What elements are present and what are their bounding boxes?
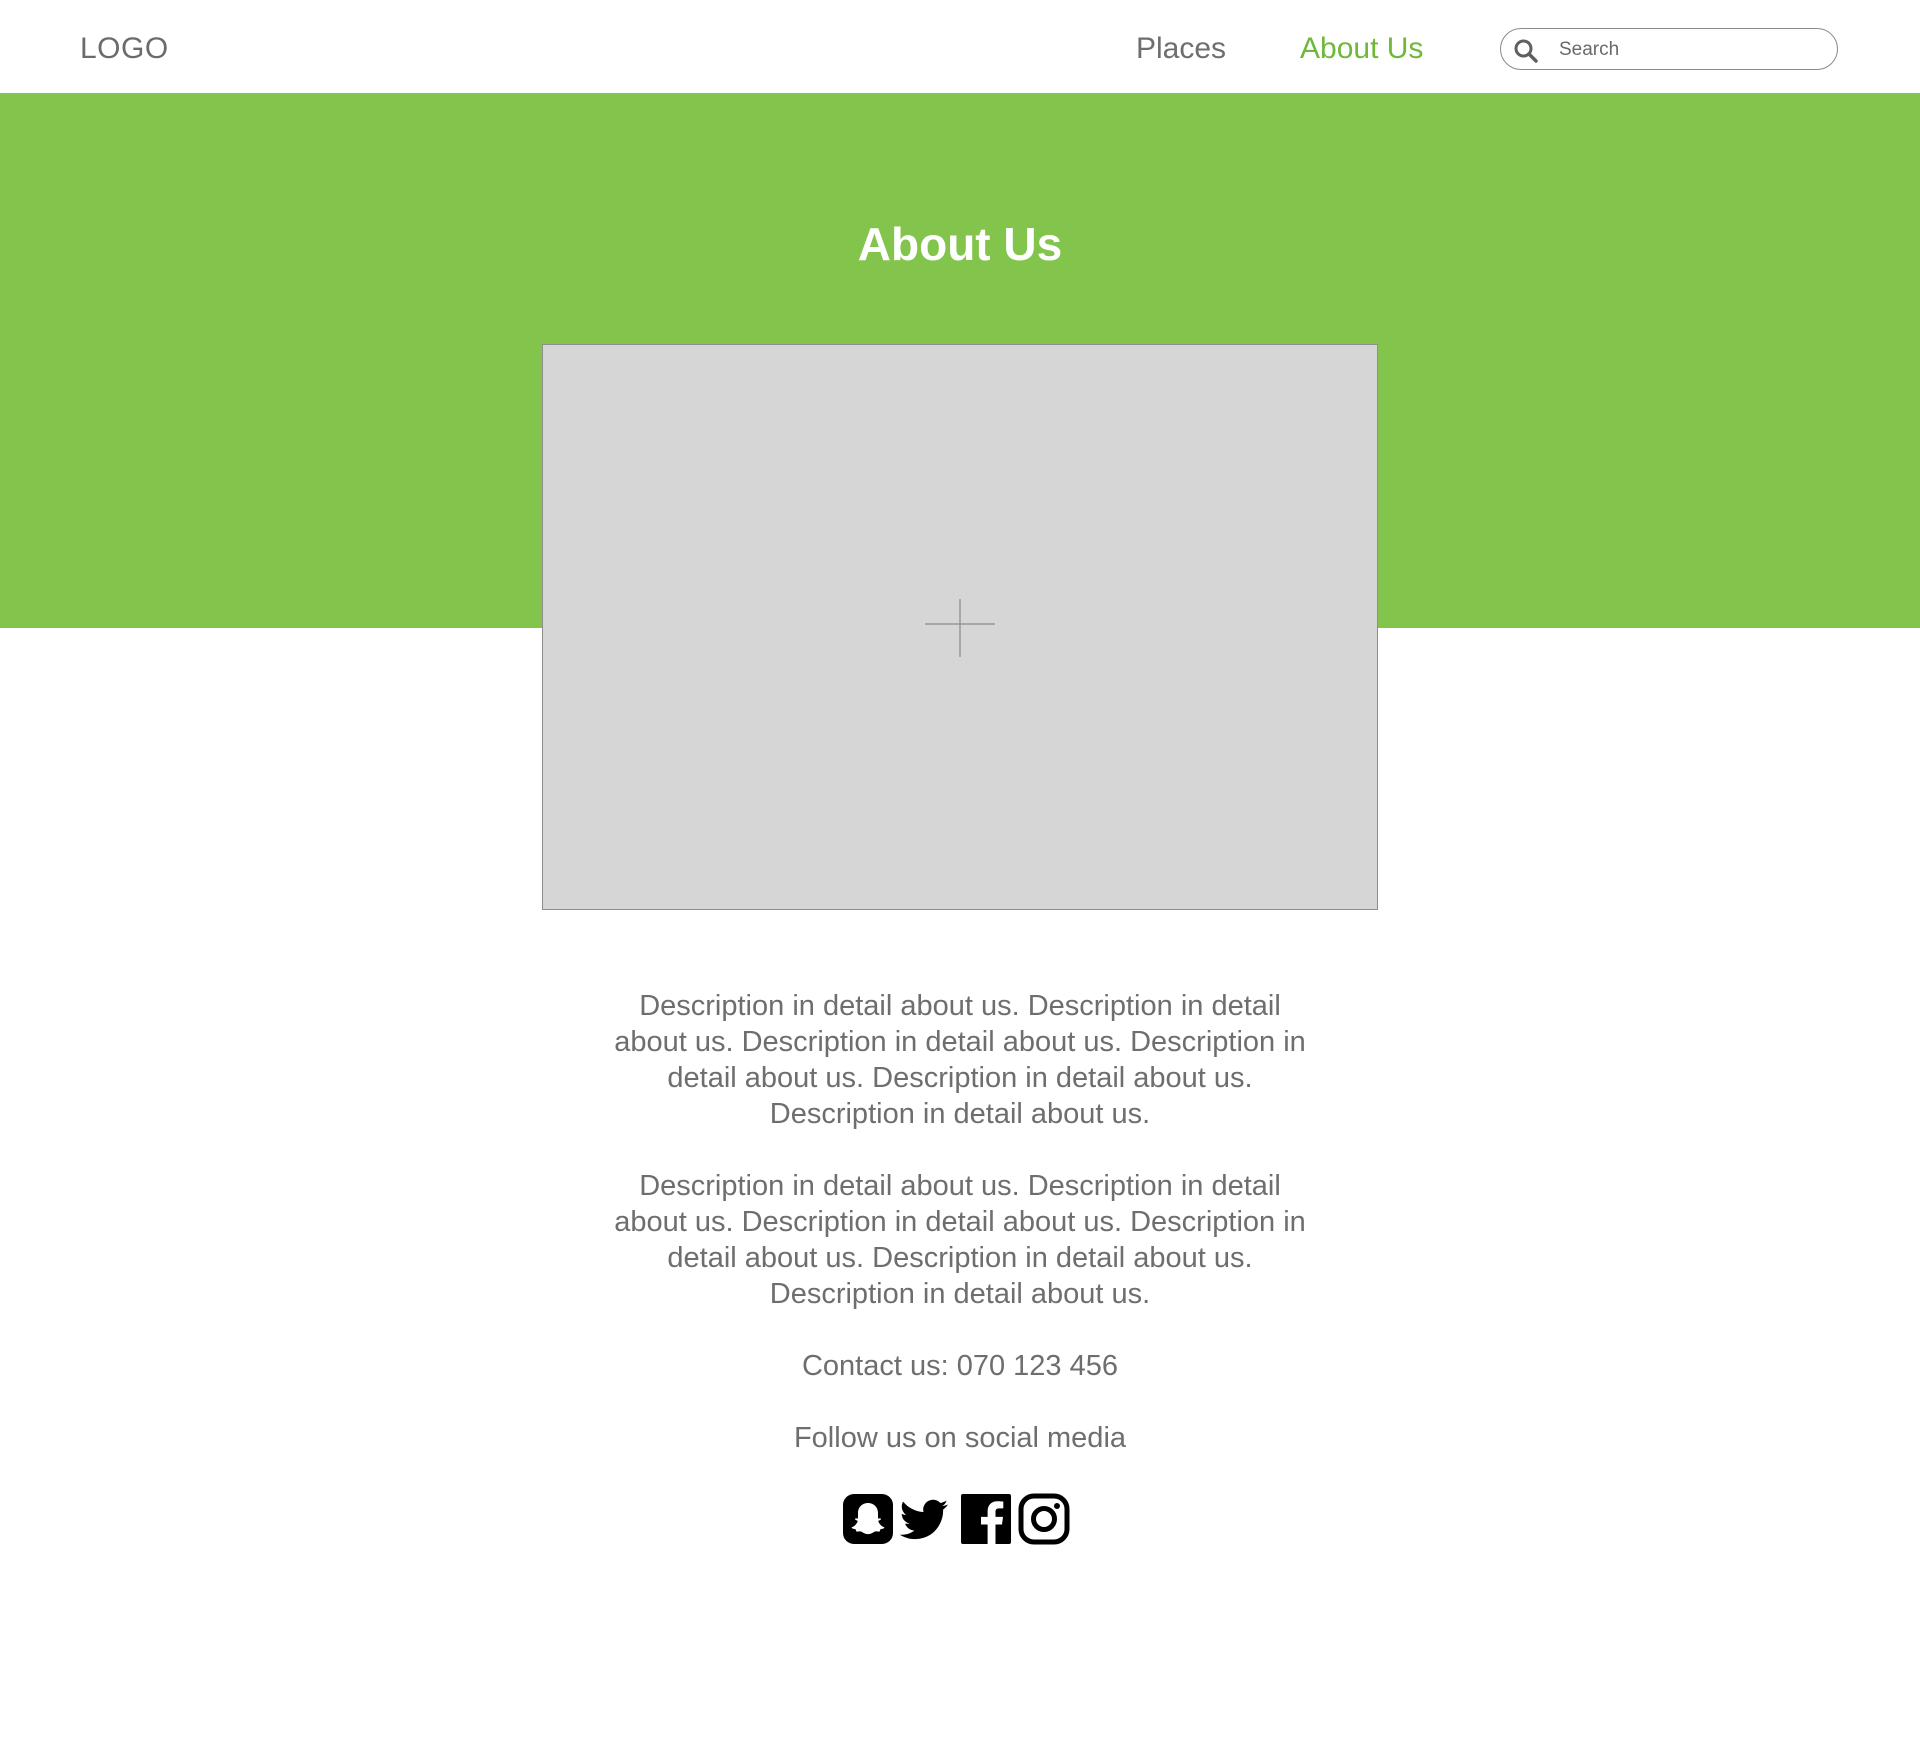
instagram-icon[interactable]: [1018, 1493, 1070, 1545]
page-title: About Us: [857, 218, 1063, 270]
twitter-icon[interactable]: [898, 1495, 950, 1547]
nav-link-about-us[interactable]: About Us: [1300, 32, 1423, 66]
facebook-icon[interactable]: [960, 1493, 1012, 1545]
contact-info: Contact us: 070 123 456: [801, 1350, 1118, 1382]
search-box[interactable]: [1500, 28, 1838, 70]
image-placeholder: [542, 344, 1378, 910]
snapchat-icon[interactable]: [842, 1493, 894, 1545]
search-icon[interactable]: [1513, 38, 1539, 64]
logo[interactable]: LOGO: [80, 32, 169, 66]
plus-icon: [925, 599, 995, 657]
social-follow-label: Follow us on social media: [793, 1422, 1127, 1454]
page: LOGO Places About Us About Us Descriptio…: [0, 0, 1920, 1755]
about-content: Description in detail about us. Descript…: [560, 988, 1360, 1456]
description-paragraph: Description in detail about us. Descript…: [614, 1170, 1306, 1310]
nav-link-places[interactable]: Places: [1136, 32, 1226, 66]
search-input[interactable]: [1557, 35, 1821, 65]
site-header: LOGO Places About Us: [0, 0, 1920, 93]
description-paragraph: Description in detail about us. Descript…: [614, 990, 1306, 1130]
social-links: [842, 1493, 1078, 1547]
